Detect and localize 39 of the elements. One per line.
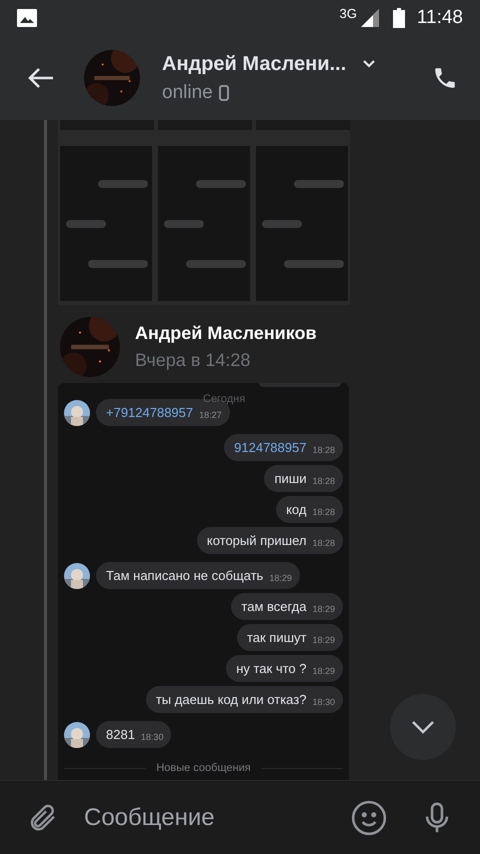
chevron-down-icon[interactable] bbox=[362, 59, 376, 68]
signal-icon bbox=[360, 9, 379, 27]
battery-icon bbox=[392, 8, 405, 28]
clock: 11:48 bbox=[416, 6, 463, 30]
message-time: 18:28 bbox=[312, 445, 335, 456]
message-date: Вчера в 14:28 bbox=[135, 349, 252, 372]
image-icon bbox=[17, 9, 37, 27]
message-text: код bbox=[286, 501, 306, 518]
network-type: 3G bbox=[340, 5, 357, 24]
message-time: 18:27 bbox=[199, 410, 222, 421]
message-time: 18:29 bbox=[312, 604, 335, 615]
message-text: ну так что ? bbox=[236, 660, 306, 677]
chat-title[interactable]: Андрей Маслени... bbox=[162, 48, 346, 79]
message-text: +79124788957 bbox=[106, 404, 194, 421]
message-text: так пишут bbox=[246, 629, 306, 646]
new-messages-divider: Новые сообщения bbox=[156, 761, 251, 776]
message-text: там всегда bbox=[241, 598, 306, 615]
message-text: который пришел bbox=[206, 532, 306, 549]
message-composer[interactable]: Сообщение bbox=[0, 780, 480, 854]
smiley-icon[interactable] bbox=[350, 798, 388, 836]
message-text: 8281 bbox=[106, 726, 135, 743]
message-time: 18:29 bbox=[312, 635, 335, 646]
message-text: пиши bbox=[274, 470, 306, 487]
message-time: 18:28 bbox=[312, 476, 335, 487]
message-time: 18:30 bbox=[140, 732, 164, 743]
message-text: ты даешь код или отказ? bbox=[156, 691, 306, 708]
message-time: 18:28 bbox=[312, 507, 335, 518]
online-status: online bbox=[162, 80, 213, 105]
phone-device-icon bbox=[218, 85, 229, 101]
chevron-down-icon bbox=[411, 720, 435, 734]
message-time: 18:30 bbox=[312, 697, 335, 708]
message-text: 9124788957 bbox=[234, 439, 306, 456]
message-text: Там написано не собщать bbox=[106, 567, 264, 584]
message-input[interactable]: Сообщение bbox=[84, 796, 350, 840]
message-time: 18:28 bbox=[312, 538, 335, 549]
date-label: Сегодня bbox=[203, 392, 246, 407]
author-name: Андрей Маслеников bbox=[135, 322, 317, 345]
message-time: 18:29 bbox=[312, 666, 335, 677]
message-time: 18:29 bbox=[269, 573, 292, 584]
